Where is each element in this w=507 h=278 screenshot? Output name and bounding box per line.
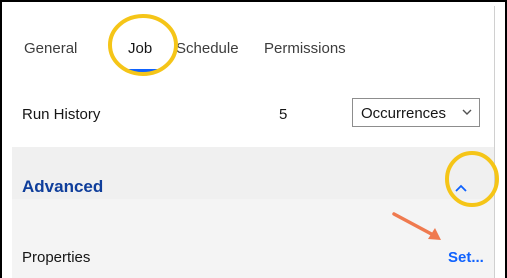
active-tab-indicator	[125, 69, 159, 72]
advanced-section-title: Advanced	[22, 177, 104, 196]
run-history-unit-select[interactable]: Occurrences	[352, 98, 480, 127]
run-history-count[interactable]: 5	[279, 106, 287, 123]
properties-set-link[interactable]: Set...	[448, 249, 484, 266]
advanced-section-header[interactable]: Advanced	[12, 147, 494, 199]
tab-job[interactable]: Job	[128, 40, 152, 57]
run-history-unit-value: Occurrences	[361, 105, 447, 122]
chevron-down-icon	[462, 109, 472, 115]
job-properties-panel: General Job Schedule Permissions Run His…	[12, 6, 495, 278]
properties-label: Properties	[22, 249, 91, 266]
run-history-label: Run History	[22, 106, 101, 123]
tab-schedule[interactable]: Schedule	[176, 40, 239, 57]
tab-bar: General Job Schedule Permissions	[12, 6, 494, 76]
properties-row: Properties Set...	[12, 199, 494, 278]
tab-permissions[interactable]: Permissions	[264, 40, 346, 57]
tab-general[interactable]: General	[24, 40, 77, 57]
